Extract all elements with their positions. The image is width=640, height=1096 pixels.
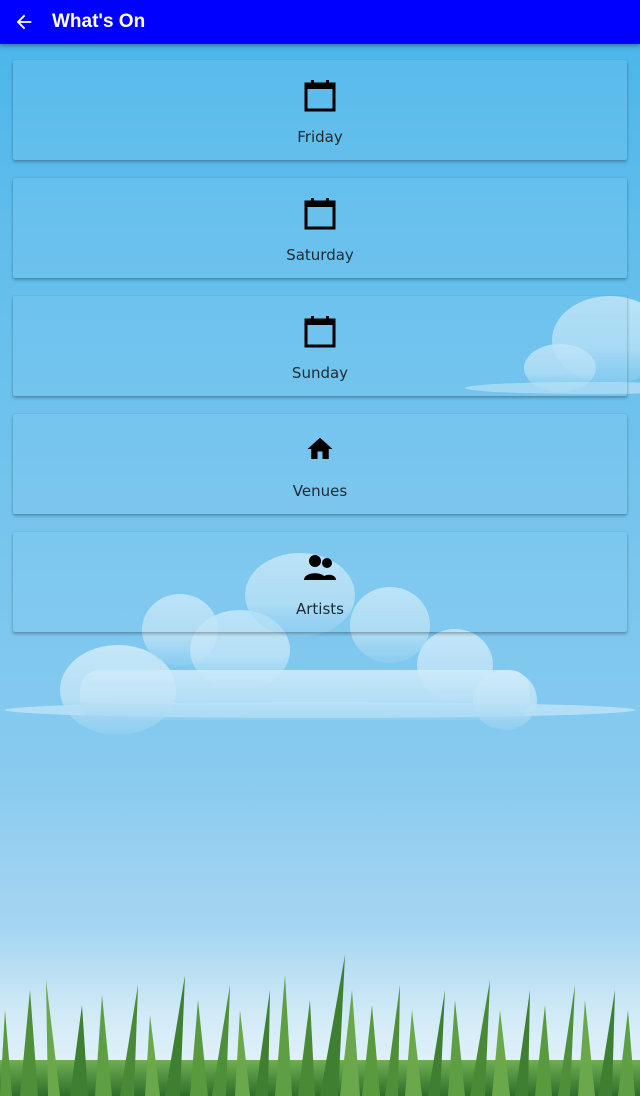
menu-item-sunday[interactable]: Sunday (13, 296, 627, 396)
menu-item-friday[interactable]: Friday (13, 60, 627, 160)
menu-item-venues[interactable]: Venues (13, 414, 627, 514)
menu-item-label: Saturday (286, 246, 354, 264)
menu-item-saturday[interactable]: Saturday (13, 178, 627, 278)
menu-item-artists[interactable]: Artists (13, 532, 627, 632)
menu-item-label: Sunday (291, 364, 349, 382)
whats-on-screen: What's On Friday Saturday Sunday Venues … (0, 0, 640, 1096)
menu-item-label: Venues (292, 482, 348, 500)
home-icon (13, 432, 627, 466)
grass (0, 955, 640, 1096)
calendar-icon (13, 78, 627, 112)
menu-item-label: Artists (296, 600, 344, 618)
menu-list: Friday Saturday Sunday Venues Artists (13, 60, 627, 650)
menu-item-label: Friday (297, 128, 343, 146)
page-title: What's On (52, 11, 146, 32)
calendar-icon (13, 196, 627, 230)
people-icon (13, 550, 627, 584)
app-bar: What's On (0, 0, 640, 44)
arrow-left-icon (16, 14, 32, 30)
back-button[interactable] (6, 4, 42, 40)
calendar-icon (13, 314, 627, 348)
